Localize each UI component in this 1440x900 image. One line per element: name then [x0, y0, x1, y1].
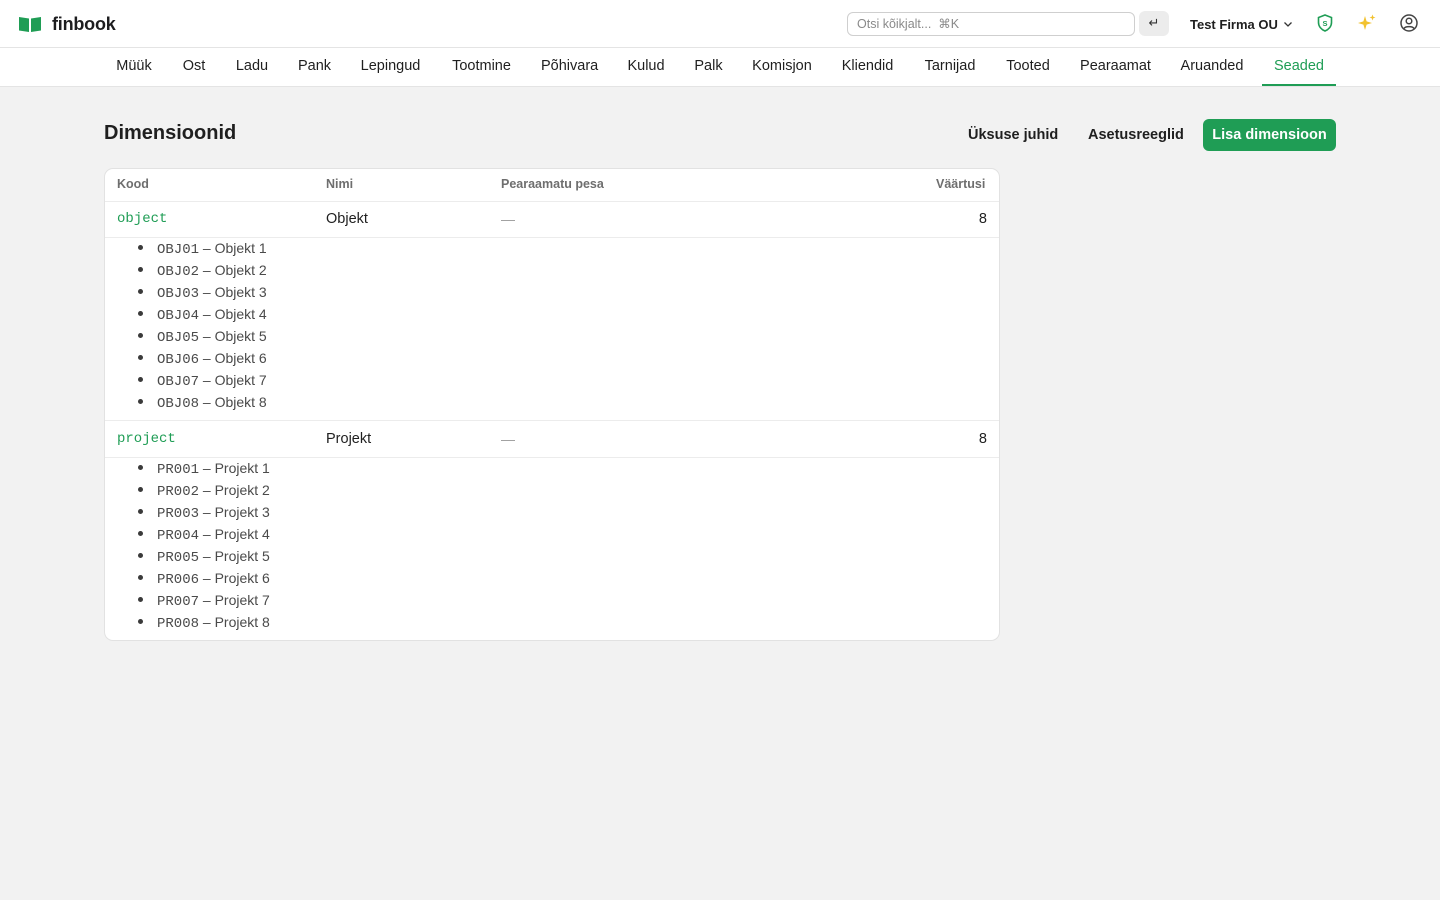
nav-item-ladu[interactable]: Ladu: [235, 48, 269, 86]
main-nav: Müük Ost Ladu Pank Lepingud Tootmine Põh…: [0, 48, 1440, 87]
nav-item-myyk[interactable]: Müük: [116, 48, 152, 86]
value-item: PR007 – Projekt 7: [138, 589, 270, 611]
row-ledger-nest: —: [501, 431, 515, 447]
global-search-input[interactable]: [847, 12, 1135, 36]
unit-managers-button[interactable]: Üksuse juhid: [968, 124, 1058, 146]
nav-item-pohivara[interactable]: Põhivara: [541, 48, 598, 86]
svg-text:S: S: [1322, 19, 1327, 28]
column-header-values-count[interactable]: Väärtusi: [936, 177, 985, 191]
header-divider: [105, 201, 999, 202]
company-selector[interactable]: Test Firma OU: [1190, 15, 1293, 33]
row-values-count: 8: [978, 431, 987, 447]
value-item: OBJ03 – Objekt 3: [138, 281, 267, 303]
page-title: Dimensioonid: [104, 122, 237, 144]
value-item: PR005 – Projekt 5: [138, 545, 270, 567]
value-item: OBJ01 – Objekt 1: [138, 237, 267, 259]
nav-item-tooted[interactable]: Tooted: [1005, 48, 1051, 86]
nav-item-pearaamat[interactable]: Pearaamat: [1080, 48, 1151, 86]
value-item: OBJ07 – Objekt 7: [138, 369, 267, 391]
column-header-code[interactable]: Kood: [117, 177, 149, 191]
add-dimension-button[interactable]: Lisa dimensioon: [1203, 119, 1336, 151]
book-icon: [19, 17, 41, 32]
row-name: Projekt: [326, 431, 372, 447]
user-icon[interactable]: [1398, 12, 1420, 34]
nav-item-lepingud[interactable]: Lepingud: [360, 48, 421, 86]
value-item: OBJ04 – Objekt 4: [138, 303, 267, 325]
app-name: finbook: [52, 13, 116, 34]
value-item: OBJ02 – Objekt 2: [138, 259, 267, 281]
row-ledger-nest: —: [501, 211, 515, 227]
app-logo[interactable]: finbook: [18, 12, 116, 36]
value-item: PR002 – Projekt 2: [138, 479, 270, 501]
shield-icon[interactable]: S: [1314, 12, 1336, 34]
search-submit-button[interactable]: ↵: [1139, 11, 1169, 36]
column-header-name[interactable]: Nimi: [326, 177, 353, 191]
row-divider: [105, 420, 999, 421]
value-item: OBJ06 – Objekt 6: [138, 347, 267, 369]
nav-item-komisjon[interactable]: Komisjon: [752, 48, 812, 86]
top-bar: finbook ↵ Test Firma OU S: [0, 0, 1440, 48]
sparkle-icon[interactable]: [1356, 12, 1378, 34]
nav-item-ost[interactable]: Ost: [182, 48, 206, 86]
setting-rules-button[interactable]: Asetusreeglid: [1088, 124, 1184, 146]
nav-item-pank[interactable]: Pank: [298, 48, 331, 86]
nav-item-kulud[interactable]: Kulud: [627, 48, 665, 86]
row-code[interactable]: object: [117, 211, 167, 227]
row-code[interactable]: project: [117, 431, 176, 447]
value-item: PR006 – Projekt 6: [138, 567, 270, 589]
company-name: Test Firma OU: [1190, 16, 1278, 32]
value-item: PR003 – Projekt 3: [138, 501, 270, 523]
nav-item-tootmine[interactable]: Tootmine: [451, 48, 512, 86]
enter-icon: ↵: [1148, 16, 1160, 31]
value-item: PR001 – Projekt 1: [138, 457, 270, 479]
nav-item-kliendid[interactable]: Kliendid: [841, 48, 894, 86]
row-values-count: 8: [978, 211, 987, 227]
chevron-down-icon: [1283, 22, 1292, 27]
dimensions-table: Kood Nimi Pearaamatu pesa Väärtusi objec…: [104, 168, 1000, 641]
value-item: PR008 – Projekt 8: [138, 611, 270, 633]
column-header-ledger-nest[interactable]: Pearaamatu pesa: [501, 177, 604, 191]
value-item: OBJ08 – Objekt 8: [138, 391, 267, 413]
value-item: OBJ05 – Objekt 5: [138, 325, 267, 347]
value-item: PR004 – Projekt 4: [138, 523, 270, 545]
nav-item-tarnijad[interactable]: Tarnijad: [924, 48, 976, 86]
nav-item-aruanded[interactable]: Aruanded: [1180, 48, 1244, 86]
nav-item-palk[interactable]: Palk: [694, 48, 723, 86]
row-name: Objekt: [326, 211, 368, 227]
nav-item-seaded[interactable]: Seaded: [1262, 48, 1336, 86]
